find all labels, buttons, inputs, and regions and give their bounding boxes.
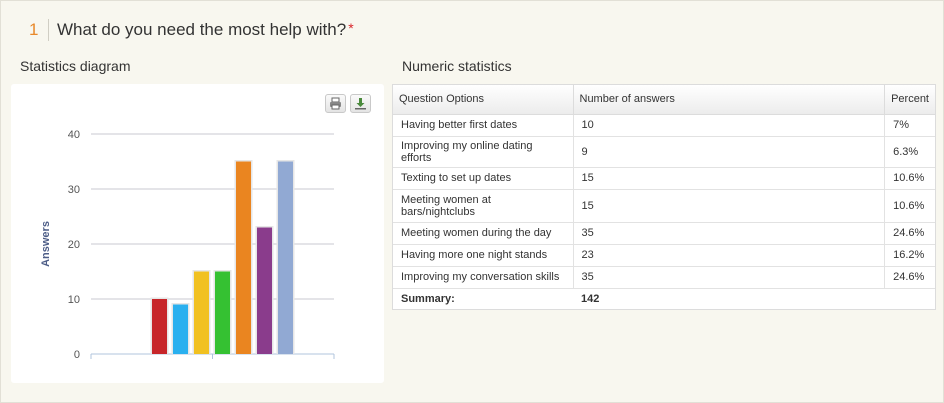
table-row: Texting to set up dates 15 10.6% xyxy=(393,167,935,190)
bar xyxy=(194,271,209,354)
percent-cell: 24.6% xyxy=(884,222,935,245)
percent-cell: 16.2% xyxy=(884,244,935,267)
bar xyxy=(215,271,230,354)
percent-cell: 7% xyxy=(884,114,935,137)
option-cell: Having more one night stands xyxy=(393,244,574,267)
required-marker: * xyxy=(348,20,354,36)
y-tick-label: 20 xyxy=(68,239,80,251)
statistics-diagram-panel: 0 10 20 30 40 Answers xyxy=(11,84,384,383)
option-cell: Improving my conversation skills xyxy=(393,266,574,289)
option-cell: Meeting women at bars/nightclubs xyxy=(393,189,574,223)
header-number-of-answers: Number of answers xyxy=(573,85,886,115)
header-question-options: Question Options xyxy=(393,85,574,115)
y-tick-label: 0 xyxy=(74,349,80,361)
answers-cell: 15 xyxy=(573,189,886,223)
option-cell: Having better first dates xyxy=(393,114,574,137)
option-cell: Texting to set up dates xyxy=(393,167,574,190)
header-percent: Percent xyxy=(884,85,935,115)
question-title-text: What do you need the most help with? xyxy=(57,20,347,39)
table-row: Meeting women during the day 35 24.6% xyxy=(393,222,935,245)
bar xyxy=(152,299,167,354)
table-header-row: Question Options Number of answers Perce… xyxy=(393,85,935,115)
bar xyxy=(278,161,293,354)
print-button[interactable] xyxy=(325,94,346,113)
download-button[interactable] xyxy=(350,94,371,113)
question-header: 1 What do you need the most help with? * xyxy=(1,1,943,61)
summary-empty xyxy=(885,288,935,309)
percent-cell: 24.6% xyxy=(884,266,935,289)
percent-cell: 10.6% xyxy=(884,167,935,190)
bar xyxy=(257,227,272,354)
answers-cell: 23 xyxy=(573,244,886,267)
y-axis-title: Answers xyxy=(40,221,52,267)
summary-value: 142 xyxy=(581,292,600,305)
table-row: Improving my conversation skills 35 24.6… xyxy=(393,266,935,289)
question-title: What do you need the most help with? * xyxy=(57,20,354,40)
percent-cell: 10.6% xyxy=(884,189,935,223)
bar xyxy=(236,161,251,354)
y-tick-label: 30 xyxy=(68,184,80,196)
y-tick-label: 40 xyxy=(68,129,80,141)
table-row: Having better first dates 10 7% xyxy=(393,114,935,137)
summary-row: Summary: 142 xyxy=(393,288,935,309)
table-row: Improving my online dating efforts 9 6.3… xyxy=(393,136,935,168)
answers-cell: 10 xyxy=(573,114,886,137)
summary-label: Summary: xyxy=(401,292,455,305)
answers-cell: 15 xyxy=(573,167,886,190)
numeric-statistics-table: Question Options Number of answers Perce… xyxy=(392,84,936,310)
answers-cell: 35 xyxy=(573,222,886,245)
numeric-statistics-title: Numeric statistics xyxy=(402,58,512,74)
answers-cell: 9 xyxy=(573,136,886,168)
y-tick-label: 10 xyxy=(68,294,80,306)
bar xyxy=(173,304,188,354)
option-cell: Meeting women during the day xyxy=(393,222,574,245)
answers-cell: 35 xyxy=(573,266,886,289)
percent-cell: 6.3% xyxy=(884,136,935,168)
bar-chart: 0 10 20 30 40 Answers xyxy=(40,129,335,361)
statistics-diagram-title: Statistics diagram xyxy=(20,58,131,74)
option-cell: Improving my online dating efforts xyxy=(393,136,574,168)
table-row: Meeting women at bars/nightclubs 15 10.6… xyxy=(393,189,935,223)
question-divider xyxy=(48,19,49,41)
question-number: 1 xyxy=(29,20,39,39)
download-icon xyxy=(355,98,366,110)
table-row: Having more one night stands 23 16.2% xyxy=(393,244,935,267)
printer-icon xyxy=(330,97,341,110)
